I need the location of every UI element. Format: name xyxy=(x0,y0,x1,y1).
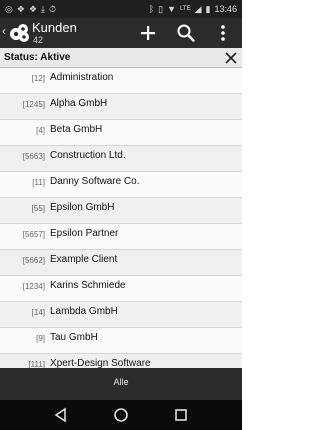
customer-id: [55] xyxy=(31,204,45,213)
list-item[interactable]: [5657] Epsilon Partner xyxy=(0,224,242,250)
close-icon[interactable] xyxy=(224,51,238,65)
list-item[interactable]: [14] Lambda GmbH xyxy=(0,302,242,328)
wifi-icon: ▼ xyxy=(167,4,177,14)
page-title: Kunden xyxy=(32,20,77,35)
list-item[interactable]: [1245] Alpha GmbH xyxy=(0,94,242,120)
customer-name: Epsilon GmbH xyxy=(50,202,115,213)
list-item[interactable]: [1234] Karins Schmiede xyxy=(0,276,242,302)
customer-id: [5657] xyxy=(22,230,45,239)
customer-id: [5663] xyxy=(22,152,45,161)
more-icon[interactable] xyxy=(213,23,233,43)
network-type: LTE xyxy=(180,6,191,12)
list-item[interactable]: [5663] Construction Ltd. xyxy=(0,146,242,172)
battery-icon: ▮ xyxy=(205,4,211,14)
customer-name: Construction Ltd. xyxy=(50,150,126,161)
list-item[interactable]: [55] Epsilon GmbH xyxy=(0,198,242,224)
customer-name: Xpert-Design Software xyxy=(50,358,151,368)
customer-name: Lambda GmbH xyxy=(50,306,118,317)
filter-bar: Status: Aktive xyxy=(0,48,242,68)
nav-home-icon[interactable] xyxy=(112,406,130,424)
nav-recents-icon[interactable] xyxy=(172,406,190,424)
customer-count: 42 xyxy=(33,35,44,45)
clock: 13:46 xyxy=(214,4,237,14)
customer-name: Karins Schmiede xyxy=(50,280,126,291)
search-icon[interactable] xyxy=(176,23,196,43)
navigation-bar xyxy=(0,400,242,430)
customer-name: Epsilon Partner xyxy=(50,228,119,239)
signal-icon: ◢ xyxy=(194,4,202,14)
filter-label: Status: Aktive xyxy=(4,52,71,63)
customer-id: [11] xyxy=(32,178,45,187)
list-item[interactable]: [5662] Example Client xyxy=(0,250,242,276)
app-logo-icon[interactable] xyxy=(9,22,31,44)
dropbox-icon: ❖ xyxy=(16,4,25,14)
status-bar: ◎ ❖ ❖ ⤓ ⏱ ᛒ ▯ ▼ LTE ◢ ▮ 13:46 xyxy=(0,0,242,18)
customer-name: Tau GmbH xyxy=(50,332,98,343)
dropbox-icon: ❖ xyxy=(28,4,38,14)
add-icon[interactable] xyxy=(138,23,158,43)
bluetooth-icon: ᛒ xyxy=(148,4,155,14)
customer-id: [9] xyxy=(36,334,45,343)
list-item[interactable]: [11] Danny Software Co. xyxy=(0,172,242,198)
customer-list: [12] Administration [1245] Alpha GmbH [4… xyxy=(0,68,242,368)
customer-id: [12] xyxy=(31,74,45,83)
all-filter-button[interactable]: Alle xyxy=(0,377,242,387)
system-icons: ᛒ ▯ ▼ LTE ◢ ▮ 13:46 xyxy=(149,3,237,15)
customer-name: Example Client xyxy=(50,254,118,265)
customer-id: [1245] xyxy=(22,100,45,109)
list-item[interactable]: [9] Tau GmbH xyxy=(0,328,242,354)
customer-id: [1234] xyxy=(22,282,45,291)
nav-back-icon[interactable] xyxy=(52,406,70,424)
back-chevron-icon[interactable]: ‹ xyxy=(2,24,6,38)
customer-id: [5662] xyxy=(22,256,45,265)
customer-id: [4] xyxy=(36,126,45,135)
list-item[interactable]: [12] Administration xyxy=(0,68,242,94)
whatsapp-icon: ◎ xyxy=(5,4,13,14)
customer-name: Danny Software Co. xyxy=(50,176,140,187)
customer-name: Alpha GmbH xyxy=(50,98,108,109)
vibrate-icon: ▯ xyxy=(158,4,164,14)
download-icon: ⤓ xyxy=(41,4,45,14)
app-bar: ‹ Kunden 42 xyxy=(0,18,242,48)
customer-name: Beta GmbH xyxy=(50,124,103,135)
customer-id: [111] xyxy=(28,360,45,368)
list-item[interactable]: [111] Xpert-Design Software xyxy=(0,354,242,368)
bottom-bar: Alle xyxy=(0,368,242,400)
list-item[interactable]: [4] Beta GmbH xyxy=(0,120,242,146)
customer-id: [14] xyxy=(31,308,45,317)
timer-icon: ⏱ xyxy=(49,4,57,14)
customer-name: Administration xyxy=(50,72,114,83)
notification-icons: ◎ ❖ ❖ ⤓ ⏱ xyxy=(5,3,56,15)
